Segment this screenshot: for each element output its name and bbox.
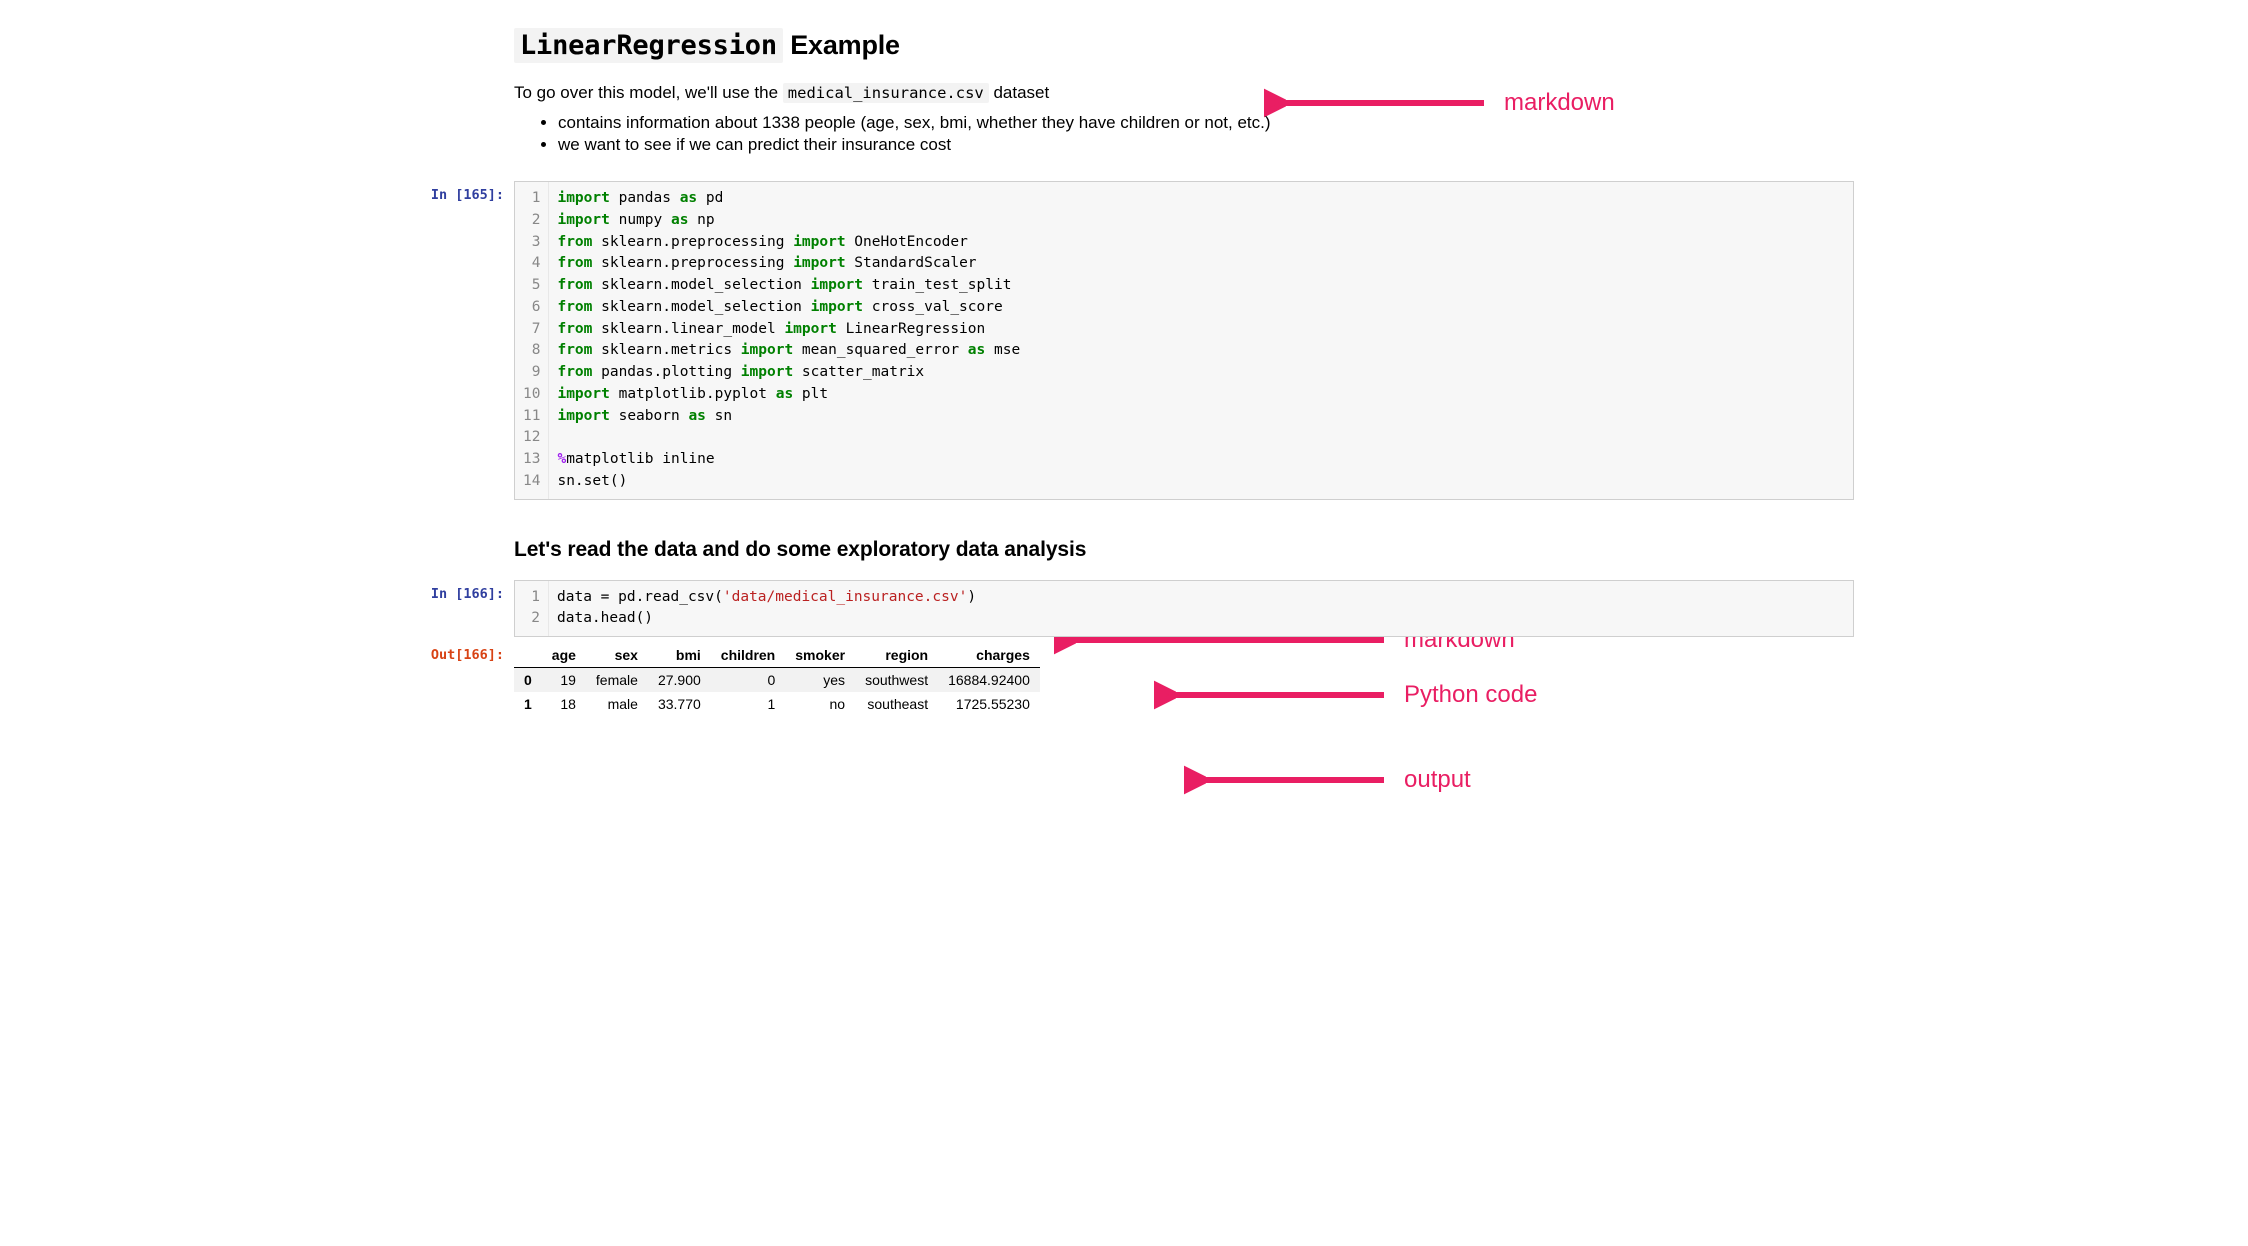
output-body: agesexbmichildrensmokerregioncharges019f…: [514, 641, 1854, 716]
code-body: 12 data = pd.read_csv('data/medical_insu…: [514, 580, 1854, 638]
annotation-label: output: [1404, 766, 1471, 794]
intro-prefix: To go over this model, we'll use the: [514, 83, 783, 102]
markdown-cell-2: Let's read the data and do some explorat…: [394, 504, 1854, 576]
dataframe-table: agesexbmichildrensmokerregioncharges019f…: [514, 643, 1040, 716]
table-cell: 1: [711, 692, 785, 716]
column-header: smoker: [785, 643, 855, 668]
column-header: bmi: [648, 643, 711, 668]
output-cell-166: Out[166]: agesexbmichildrensmokerregionc…: [394, 641, 1854, 716]
table-cell: 18: [542, 692, 586, 716]
table-cell: southwest: [855, 668, 938, 693]
intro-code: medical_insurance.csv: [783, 83, 989, 103]
input-prompt: In [165]:: [394, 181, 514, 500]
prompt-empty: [394, 20, 514, 173]
table-row: 118male33.7701nosoutheast1725.55230: [514, 692, 1040, 716]
table-cell: 0: [711, 668, 785, 693]
table-cell: 19: [542, 668, 586, 693]
list-item: we want to see if we can predict their i…: [558, 135, 1854, 155]
code-editor[interactable]: 12 data = pd.read_csv('data/medical_insu…: [514, 580, 1854, 638]
intro-suffix: dataset: [989, 83, 1050, 102]
row-index: 1: [514, 692, 542, 716]
code-body: 1234567891011121314 import pandas as pdi…: [514, 181, 1854, 500]
input-prompt: In [166]:: [394, 580, 514, 638]
column-header: charges: [938, 643, 1040, 668]
code-editor[interactable]: 1234567891011121314 import pandas as pdi…: [514, 181, 1854, 500]
markdown-body: LinearRegression Example To go over this…: [514, 20, 1854, 173]
prompt-empty: [394, 504, 514, 576]
column-header: children: [711, 643, 785, 668]
table-cell: 1725.55230: [938, 692, 1040, 716]
code-lines[interactable]: import pandas as pdimport numpy as npfro…: [549, 182, 1853, 499]
row-index: 0: [514, 668, 542, 693]
line-gutter: 12: [515, 581, 549, 637]
notebook: markdown LinearRegression Example To go …: [394, 20, 1854, 716]
code-cell-166[interactable]: In [166]: 12 data = pd.read_csv('data/me…: [394, 580, 1854, 638]
page-title: LinearRegression Example: [514, 30, 1854, 61]
markdown-cell-1: LinearRegression Example To go over this…: [394, 20, 1854, 173]
table-cell: 33.770: [648, 692, 711, 716]
list-item: contains information about 1338 people (…: [558, 113, 1854, 133]
arrow-icon: [1184, 765, 1384, 795]
code-cell-165[interactable]: In [165]: 1234567891011121314 import pan…: [394, 181, 1854, 500]
intro-paragraph: To go over this model, we'll use the med…: [514, 83, 1854, 103]
table-cell: yes: [785, 668, 855, 693]
table-cell: male: [586, 692, 648, 716]
table-cell: southeast: [855, 692, 938, 716]
table-cell: no: [785, 692, 855, 716]
intro-bullets: contains information about 1338 people (…: [514, 113, 1854, 155]
markdown-body: Let's read the data and do some explorat…: [514, 504, 1854, 576]
column-header: region: [855, 643, 938, 668]
title-rest: Example: [783, 30, 900, 60]
column-header: sex: [586, 643, 648, 668]
code-lines[interactable]: data = pd.read_csv('data/medical_insuran…: [549, 581, 1853, 637]
table-cell: 16884.92400: [938, 668, 1040, 693]
line-gutter: 1234567891011121314: [515, 182, 549, 499]
annotation-output: output: [1184, 765, 1471, 795]
title-code: LinearRegression: [514, 28, 783, 63]
table-cell: 27.900: [648, 668, 711, 693]
column-header: age: [542, 643, 586, 668]
table-row: 019female27.9000yessouthwest16884.92400: [514, 668, 1040, 693]
table-cell: female: [586, 668, 648, 693]
output-prompt: Out[166]:: [394, 641, 514, 716]
subheading: Let's read the data and do some explorat…: [514, 538, 1854, 562]
